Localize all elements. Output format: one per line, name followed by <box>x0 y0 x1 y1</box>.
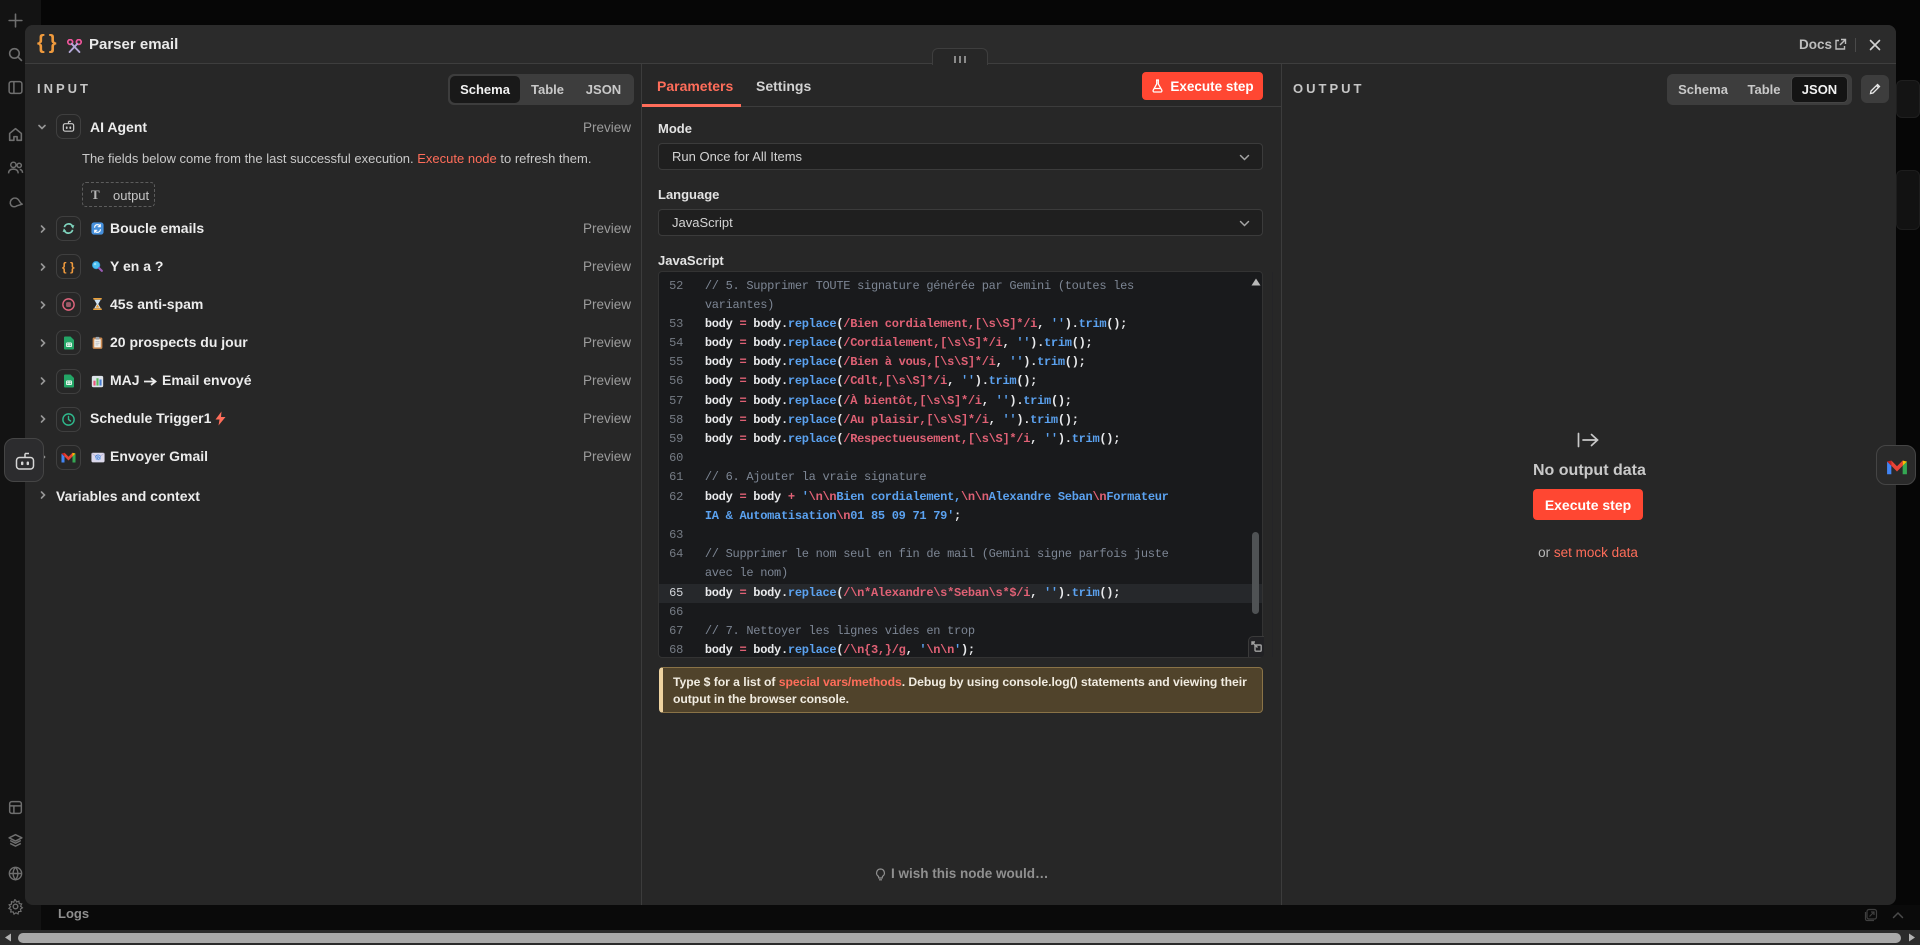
svg-text:@: @ <box>95 456 101 462</box>
